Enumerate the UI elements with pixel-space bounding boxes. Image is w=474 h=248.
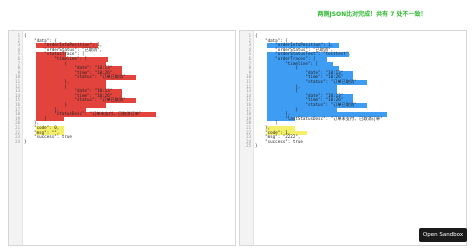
line-number: 25 [246,143,251,149]
right-json-editor[interactable]: 1 2 3 4 5 6 7 8 9 10 11 12 13 14 15 16 17 18 19 20 21 22 23 24 2… [239,30,467,246]
left-line-gutter: 1 2 3 4 5 6 7 8 9 10 11 12 13 14 15 16 17 18 19 20 21 22 23 24 [9,31,23,245]
compare-result-banner: 两侧JSON比对完成！共有 7 处不一致！ [317,11,427,18]
open-sandbox-button[interactable]: Open Sandbox [419,228,467,242]
code-line: } [24,138,27,144]
code-line: "success": true [24,134,72,140]
left-json-editor[interactable]: 1 2 3 4 5 6 7 8 9 10 11 12 13 14 15 16 17 18 19 20 21 22 23 24 … [8,30,236,246]
code-line: "success": true [255,138,303,144]
code-line: } [255,143,258,149]
line-number: 24 [15,138,20,144]
right-line-gutter: 1 2 3 4 5 6 7 8 9 10 11 12 13 14 15 16 17 18 19 20 21 22 23 24 2… [240,31,254,245]
